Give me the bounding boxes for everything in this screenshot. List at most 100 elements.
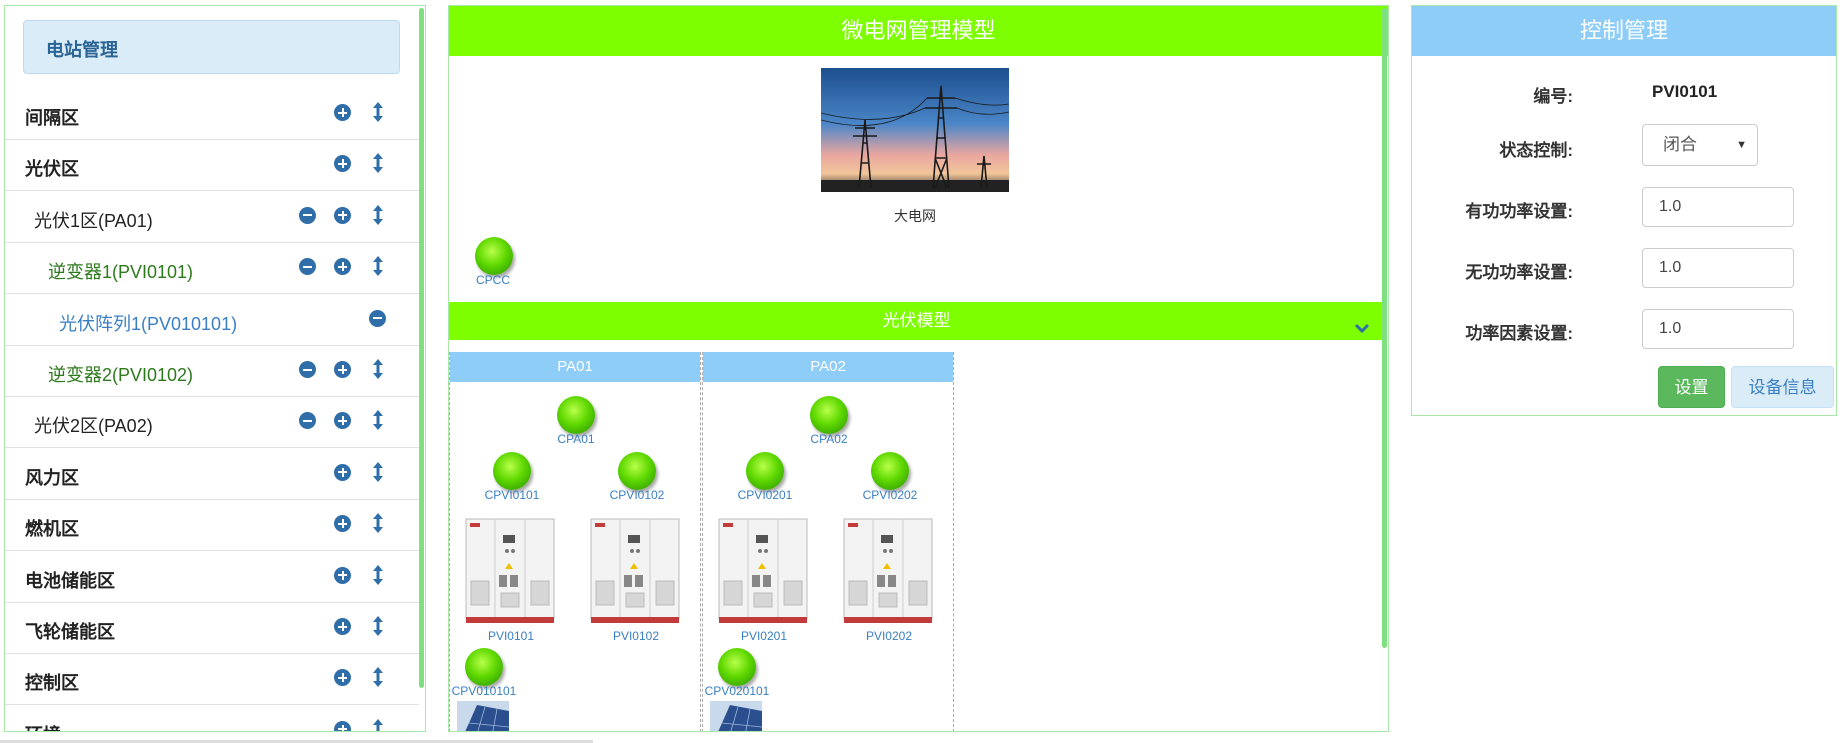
- move-vertical-icon[interactable]: [371, 101, 385, 123]
- move-vertical-icon[interactable]: [371, 461, 385, 483]
- minus-circle-icon[interactable]: [299, 206, 316, 224]
- breaker-status-icon[interactable]: [557, 396, 595, 434]
- tree-item[interactable]: 光伏2区(PA02): [5, 397, 419, 449]
- plus-circle-icon[interactable]: [334, 258, 351, 276]
- active-power-input[interactable]: 1.0: [1642, 187, 1794, 227]
- plus-circle-icon[interactable]: [334, 669, 351, 687]
- tree-item[interactable]: 光伏区: [5, 140, 419, 192]
- pv-model-title: 光伏模型: [882, 311, 951, 330]
- power-factor-label: 功率因素设置:: [1465, 324, 1573, 343]
- tree-item[interactable]: 间隔区: [5, 89, 419, 140]
- move-vertical-icon[interactable]: [371, 204, 385, 226]
- tree-item[interactable]: 风力区: [5, 449, 419, 500]
- pv-model-section-header[interactable]: 光伏模型: [449, 302, 1384, 340]
- breaker-status-icon[interactable]: [810, 396, 848, 434]
- reactive-power-input[interactable]: 1.0: [1642, 248, 1794, 288]
- tree-item-label: 光伏2区(PA02): [34, 416, 153, 437]
- move-vertical-icon[interactable]: [371, 409, 385, 431]
- breaker-status-icon[interactable]: [871, 452, 909, 490]
- move-vertical-icon[interactable]: [371, 564, 385, 586]
- tree-item[interactable]: 电池储能区: [5, 552, 419, 603]
- inverter-cabinet-image[interactable]: [590, 517, 682, 625]
- solar-panel-image[interactable]: [710, 701, 763, 731]
- move-vertical-icon[interactable]: [371, 255, 385, 277]
- grid-label: 大电网: [894, 208, 936, 224]
- pcc-label: CPCC: [475, 273, 510, 287]
- plus-circle-icon[interactable]: [334, 515, 351, 533]
- inverter-breaker-label: CPVI0101: [484, 488, 540, 502]
- inverter-cabinet-image[interactable]: [465, 517, 557, 625]
- tree-item[interactable]: 光伏阵列1(PV010101): [5, 295, 419, 346]
- id-value: PVI0101: [1652, 82, 1718, 101]
- chevron-down-icon[interactable]: [1354, 312, 1370, 350]
- station-management-panel: 电站管理 间隔区 光伏区 光伏1区(PA01) 逆变器1(PVI0101) 光伏阵列1(…: [4, 5, 426, 732]
- tree-item[interactable]: 燃机区: [5, 500, 419, 552]
- move-vertical-icon[interactable]: [371, 666, 385, 688]
- state-label: 状态控制:: [1499, 141, 1573, 160]
- inverter-name-label: PVI0102: [612, 629, 660, 643]
- pv-area-header[interactable]: PA01: [450, 352, 700, 382]
- minus-circle-icon[interactable]: [299, 412, 316, 430]
- minus-circle-icon[interactable]: [299, 361, 316, 378]
- state-select[interactable]: 闭合 ▼: [1642, 124, 1758, 166]
- vertical-scrollbar[interactable]: [419, 8, 424, 688]
- pv-area-column: PA01 CPA01 CPVI0101 PVI0101 CPVI0102 PVI0102 C…: [449, 352, 701, 731]
- tree-item[interactable]: 控制区: [5, 654, 419, 706]
- move-vertical-icon[interactable]: [371, 718, 385, 731]
- tree-item-label: 环境: [25, 721, 61, 731]
- plus-circle-icon[interactable]: [334, 566, 351, 584]
- pv-area-header[interactable]: PA02: [703, 352, 953, 382]
- tree-item-label: 光伏1区(PA01): [34, 210, 153, 231]
- solar-panel-image[interactable]: [457, 701, 510, 731]
- control-management-panel: 控制管理 编号: PVI0101 状态控制: 闭合 ▼ 有功功率设置: 1.0 …: [1411, 5, 1837, 416]
- panel-header: 控制管理: [1412, 6, 1836, 56]
- plus-circle-icon[interactable]: [334, 618, 351, 635]
- tree-item-label: 控制区: [25, 673, 79, 694]
- tree-item[interactable]: 光伏1区(PA01): [5, 192, 419, 243]
- power-factor-input[interactable]: 1.0: [1642, 309, 1794, 349]
- pcc-breaker-icon[interactable]: [475, 237, 513, 275]
- panel-title: 微电网管理模型: [841, 18, 996, 43]
- move-vertical-icon[interactable]: [371, 512, 385, 534]
- inverter-cabinet-image[interactable]: [718, 517, 810, 625]
- breaker-status-icon[interactable]: [718, 648, 756, 686]
- set-button[interactable]: 设置: [1658, 366, 1725, 408]
- tree-item-label: 飞轮储能区: [25, 622, 115, 642]
- pv-area-name: PA02: [810, 358, 846, 375]
- caret-down-icon: ▼: [1736, 139, 1747, 151]
- plus-circle-icon[interactable]: [334, 155, 351, 173]
- plus-circle-icon[interactable]: [334, 104, 351, 121]
- tree-item-label: 逆变器1(PVI0101): [48, 262, 194, 283]
- inverter-cabinet-image[interactable]: [843, 517, 935, 625]
- active-power-label: 有功功率设置:: [1465, 202, 1573, 221]
- plus-circle-icon[interactable]: [334, 720, 351, 731]
- vertical-scrollbar[interactable]: [1382, 8, 1387, 648]
- breaker-status-icon[interactable]: [618, 452, 656, 490]
- plus-circle-icon[interactable]: [334, 463, 351, 481]
- device-info-button[interactable]: 设备信息: [1731, 366, 1834, 408]
- tree-item-label: 光伏阵列1(PV010101): [59, 313, 238, 334]
- minus-circle-icon[interactable]: [299, 258, 316, 276]
- plus-circle-icon[interactable]: [334, 361, 351, 378]
- tree-item-label: 光伏区: [25, 159, 79, 180]
- move-vertical-icon[interactable]: [371, 152, 385, 174]
- pv-area-column: PA02 CPA02 CPVI0201 PVI0201 CPVI0202 PVI0202 C…: [702, 352, 954, 731]
- array-breaker-label: CPV020101: [704, 684, 770, 698]
- plus-circle-icon[interactable]: [334, 412, 351, 430]
- tree-item[interactable]: 逆变器1(PVI0101): [5, 243, 419, 295]
- breaker-status-icon[interactable]: [465, 648, 503, 686]
- move-vertical-icon[interactable]: [371, 615, 385, 637]
- area-breaker-label: CPA02: [810, 432, 848, 446]
- microgrid-model-panel: 微电网管理模型 大电网 CPCC 光伏模型 PA01 CPA01 CPVI010…: [448, 5, 1389, 732]
- breaker-status-icon[interactable]: [746, 452, 784, 490]
- minus-circle-icon[interactable]: [369, 309, 386, 327]
- tree-item[interactable]: 飞轮储能区: [5, 603, 419, 654]
- breaker-status-icon[interactable]: [493, 452, 531, 490]
- power-grid-image: [821, 68, 1009, 192]
- plus-circle-icon[interactable]: [334, 206, 351, 224]
- tree-item[interactable]: 逆变器2(PVI0102): [5, 346, 419, 397]
- move-vertical-icon[interactable]: [371, 358, 385, 380]
- inverter-breaker-label: CPVI0202: [862, 488, 918, 502]
- pv-area-name: PA01: [557, 358, 593, 375]
- tree-item[interactable]: 环境: [5, 706, 419, 731]
